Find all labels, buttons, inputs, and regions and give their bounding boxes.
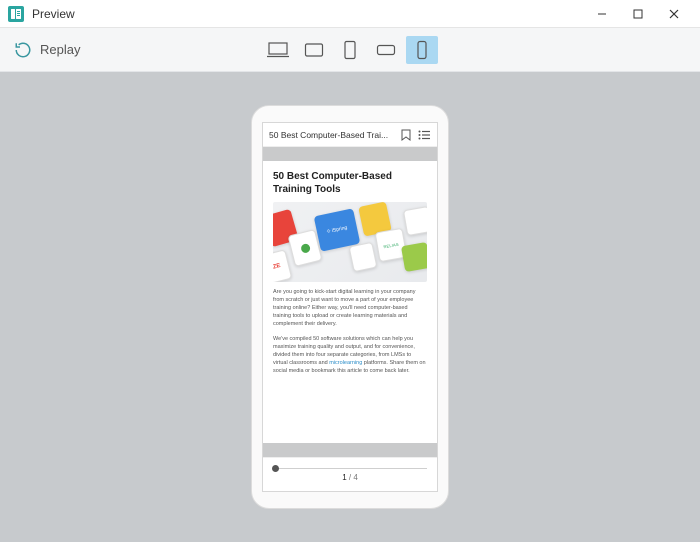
- app-icon: [8, 6, 24, 22]
- titlebar-left: Preview: [8, 6, 75, 22]
- document-title: 50 Best Computer-Based Trai...: [269, 130, 395, 140]
- page-total: 4: [353, 473, 357, 482]
- maximize-button[interactable]: [620, 0, 656, 28]
- phone-frame: 50 Best Computer-Based Trai... 50 Best C…: [251, 105, 449, 509]
- replay-icon: [14, 41, 32, 59]
- paragraph-2: We've compiled 50 software solutions whi…: [273, 336, 427, 376]
- phone-screen: 50 Best Computer-Based Trai... 50 Best C…: [262, 122, 438, 492]
- page-slider[interactable]: [273, 468, 427, 469]
- window-controls: [584, 0, 692, 28]
- titlebar: Preview: [0, 0, 700, 28]
- document-heading: 50 Best Computer-Based Training Tools: [273, 171, 427, 196]
- document-body[interactable]: 50 Best Computer-Based Training Tools ⟐ …: [263, 161, 437, 443]
- page-indicator: 1 / 4: [342, 473, 358, 482]
- replay-label: Replay: [40, 42, 80, 57]
- microlearning-link[interactable]: microlearning: [329, 360, 362, 366]
- preview-stage: 50 Best Computer-Based Trai... 50 Best C…: [0, 72, 700, 542]
- device-phone-landscape-button[interactable]: [370, 36, 402, 64]
- device-tablet-portrait-button[interactable]: [334, 36, 366, 64]
- device-switcher: [262, 36, 438, 64]
- document-footer: 1 / 4: [263, 457, 437, 491]
- paragraph-1: Are you going to kick-start digital lear…: [273, 289, 427, 329]
- page-slider-thumb[interactable]: [272, 465, 279, 472]
- bookmark-icon[interactable]: [399, 128, 413, 142]
- document-header: 50 Best Computer-Based Trai...: [263, 123, 437, 147]
- window-title: Preview: [32, 7, 75, 21]
- minimize-button[interactable]: [584, 0, 620, 28]
- top-margin-band: [263, 147, 437, 161]
- hero-image: ⟐ iSpring: [273, 202, 427, 282]
- replay-button[interactable]: Replay: [14, 41, 80, 59]
- close-button[interactable]: [656, 0, 692, 28]
- device-tablet-landscape-button[interactable]: [298, 36, 330, 64]
- device-phone-portrait-button[interactable]: [406, 36, 438, 64]
- toolbar: Replay: [0, 28, 700, 72]
- list-icon[interactable]: [417, 128, 431, 142]
- bottom-margin-band: [263, 443, 437, 457]
- device-desktop-button[interactable]: [262, 36, 294, 64]
